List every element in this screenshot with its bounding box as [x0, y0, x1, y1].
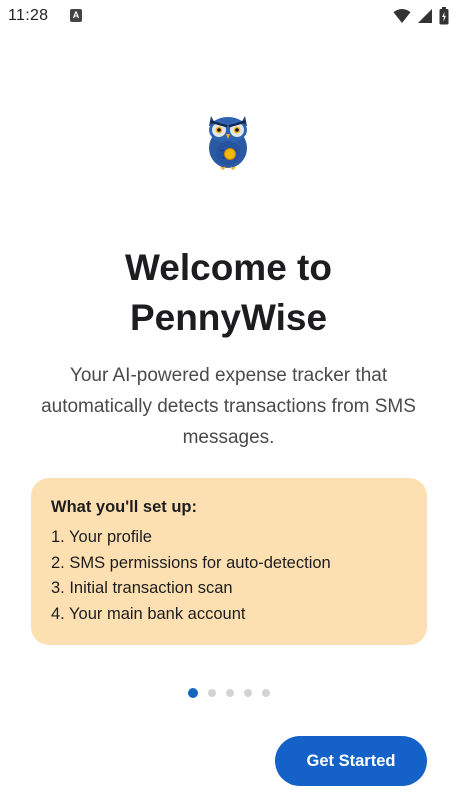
page-dot: [261, 689, 270, 697]
page-indicator: [0, 688, 457, 698]
page-dot-active: [187, 688, 198, 698]
setup-step-4: 4. Your main bank account: [51, 604, 246, 623]
page-title: Welcome to PennyWise: [0, 243, 457, 343]
setup-step-3: 3. Initial transaction scan: [51, 579, 233, 597]
title-line-1: Welcome to: [125, 247, 332, 288]
welcome-subtitle: Your AI-powered expense tracker that aut…: [41, 365, 416, 448]
battery-icon: [439, 7, 449, 25]
signal-icon: [418, 9, 432, 23]
title-line-2: PennyWise: [129, 297, 328, 338]
status-icons: [393, 6, 449, 26]
page-dot: [225, 689, 234, 697]
page-dot: [207, 689, 216, 697]
setup-info-card: What you'll set up: 1. Your profile 2. S…: [31, 478, 427, 645]
setup-step-2: 2. SMS permissions for auto-detection: [51, 553, 331, 572]
status-bar: 11:28 A: [0, 0, 457, 34]
notification-icon: A: [70, 9, 82, 22]
setup-heading: What you'll set up:: [51, 498, 198, 516]
setup-step-1: 1. Your profile: [51, 528, 152, 546]
owl-logo-icon: [209, 116, 247, 170]
get-started-button[interactable]: Get Started: [275, 736, 427, 786]
page-dot: [243, 689, 252, 697]
wifi-icon: [393, 9, 411, 23]
status-time: 11:28: [8, 7, 49, 24]
